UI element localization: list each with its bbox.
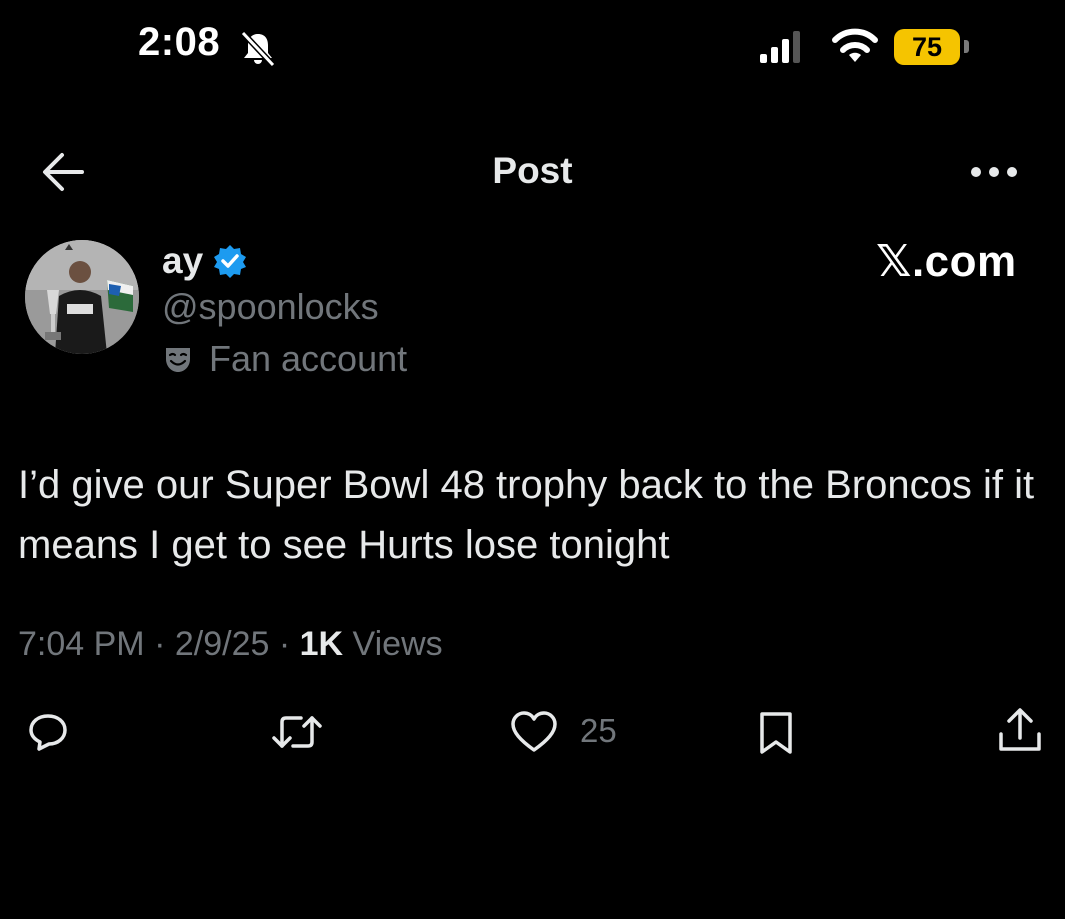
- heart-icon[interactable]: [510, 710, 558, 754]
- display-name[interactable]: ay: [162, 240, 203, 282]
- bell-slash-icon: [240, 30, 276, 68]
- post-time: 7:04 PM: [18, 625, 145, 663]
- avatar-image: [25, 240, 139, 354]
- wifi-icon: [832, 28, 878, 62]
- account-label: Fan account: [209, 338, 408, 379]
- more-horizontal-icon[interactable]: [968, 162, 1020, 182]
- post-meta: 7:04 PM · 2/9/25 · 1K Views: [18, 625, 443, 664]
- watermark: 𝕏.com: [876, 237, 1017, 286]
- meta-separator: ·: [278, 625, 291, 663]
- status-time: 2:08: [138, 20, 221, 64]
- like-count[interactable]: 25: [580, 712, 617, 750]
- handle[interactable]: @spoonlocks: [162, 286, 379, 328]
- share-icon[interactable]: [996, 706, 1044, 754]
- reply-icon[interactable]: [27, 712, 69, 752]
- battery-indicator: 75: [894, 29, 960, 65]
- post-text: I’d give our Super Bowl 48 trophy back t…: [18, 463, 1035, 567]
- meta-separator: ·: [154, 625, 166, 663]
- post-date: 2/9/25: [174, 625, 270, 663]
- signal-icon: [760, 31, 800, 63]
- bookmark-icon[interactable]: [756, 710, 796, 756]
- battery-tip: [964, 40, 969, 53]
- avatar[interactable]: [25, 240, 139, 354]
- verified-badge-icon[interactable]: [212, 243, 248, 279]
- page-title: Post: [492, 150, 573, 191]
- retweet-icon[interactable]: [271, 712, 323, 752]
- views-label[interactable]: Views: [353, 625, 443, 663]
- views-count[interactable]: 1K: [300, 625, 343, 663]
- theater-mask-icon: [166, 348, 190, 372]
